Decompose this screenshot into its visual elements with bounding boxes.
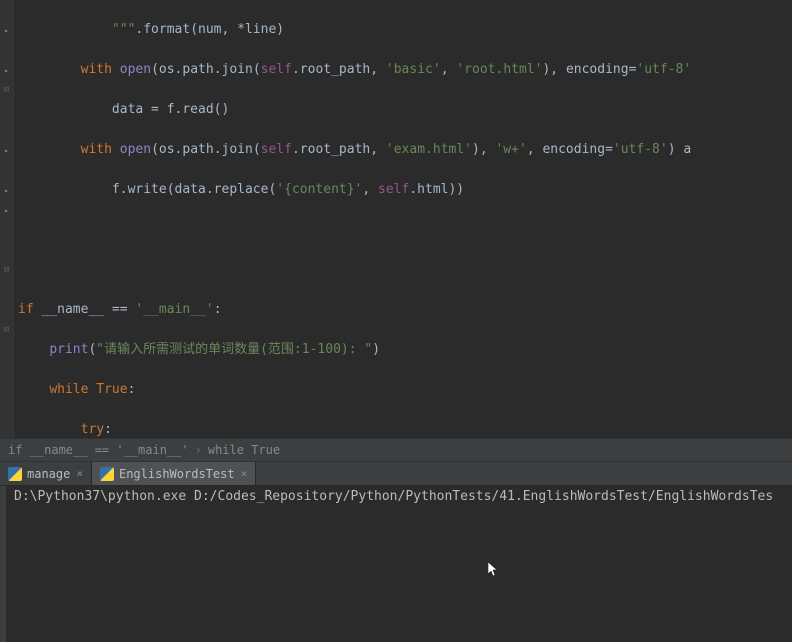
python-icon <box>100 467 114 481</box>
close-icon[interactable]: × <box>241 467 248 480</box>
tab-englishwordstest[interactable]: EnglishWordsTest × <box>92 462 256 485</box>
code-editor[interactable]: """.format(num, *line) with open(os.path… <box>0 0 792 438</box>
tab-label: EnglishWordsTest <box>119 467 235 481</box>
console-output[interactable]: D:\Python37\python.exe D:/Codes_Reposito… <box>0 486 792 642</box>
breadcrumb[interactable]: if __name__ == '__main__' › while True <box>0 438 792 462</box>
python-icon <box>8 467 22 481</box>
breadcrumb-item[interactable]: while True <box>208 443 280 457</box>
gutter <box>0 0 14 438</box>
chevron-right-icon: › <box>195 443 202 457</box>
tab-label: manage <box>27 467 70 481</box>
code-content[interactable]: """.format(num, *line) with open(os.path… <box>14 0 792 438</box>
tool-tabs: manage × EnglishWordsTest × <box>0 462 792 486</box>
close-icon[interactable]: × <box>76 467 83 480</box>
tab-manage[interactable]: manage × <box>0 462 92 485</box>
breadcrumb-item[interactable]: if __name__ == '__main__' <box>8 443 189 457</box>
console-line: D:\Python37\python.exe D:/Codes_Reposito… <box>14 489 773 504</box>
